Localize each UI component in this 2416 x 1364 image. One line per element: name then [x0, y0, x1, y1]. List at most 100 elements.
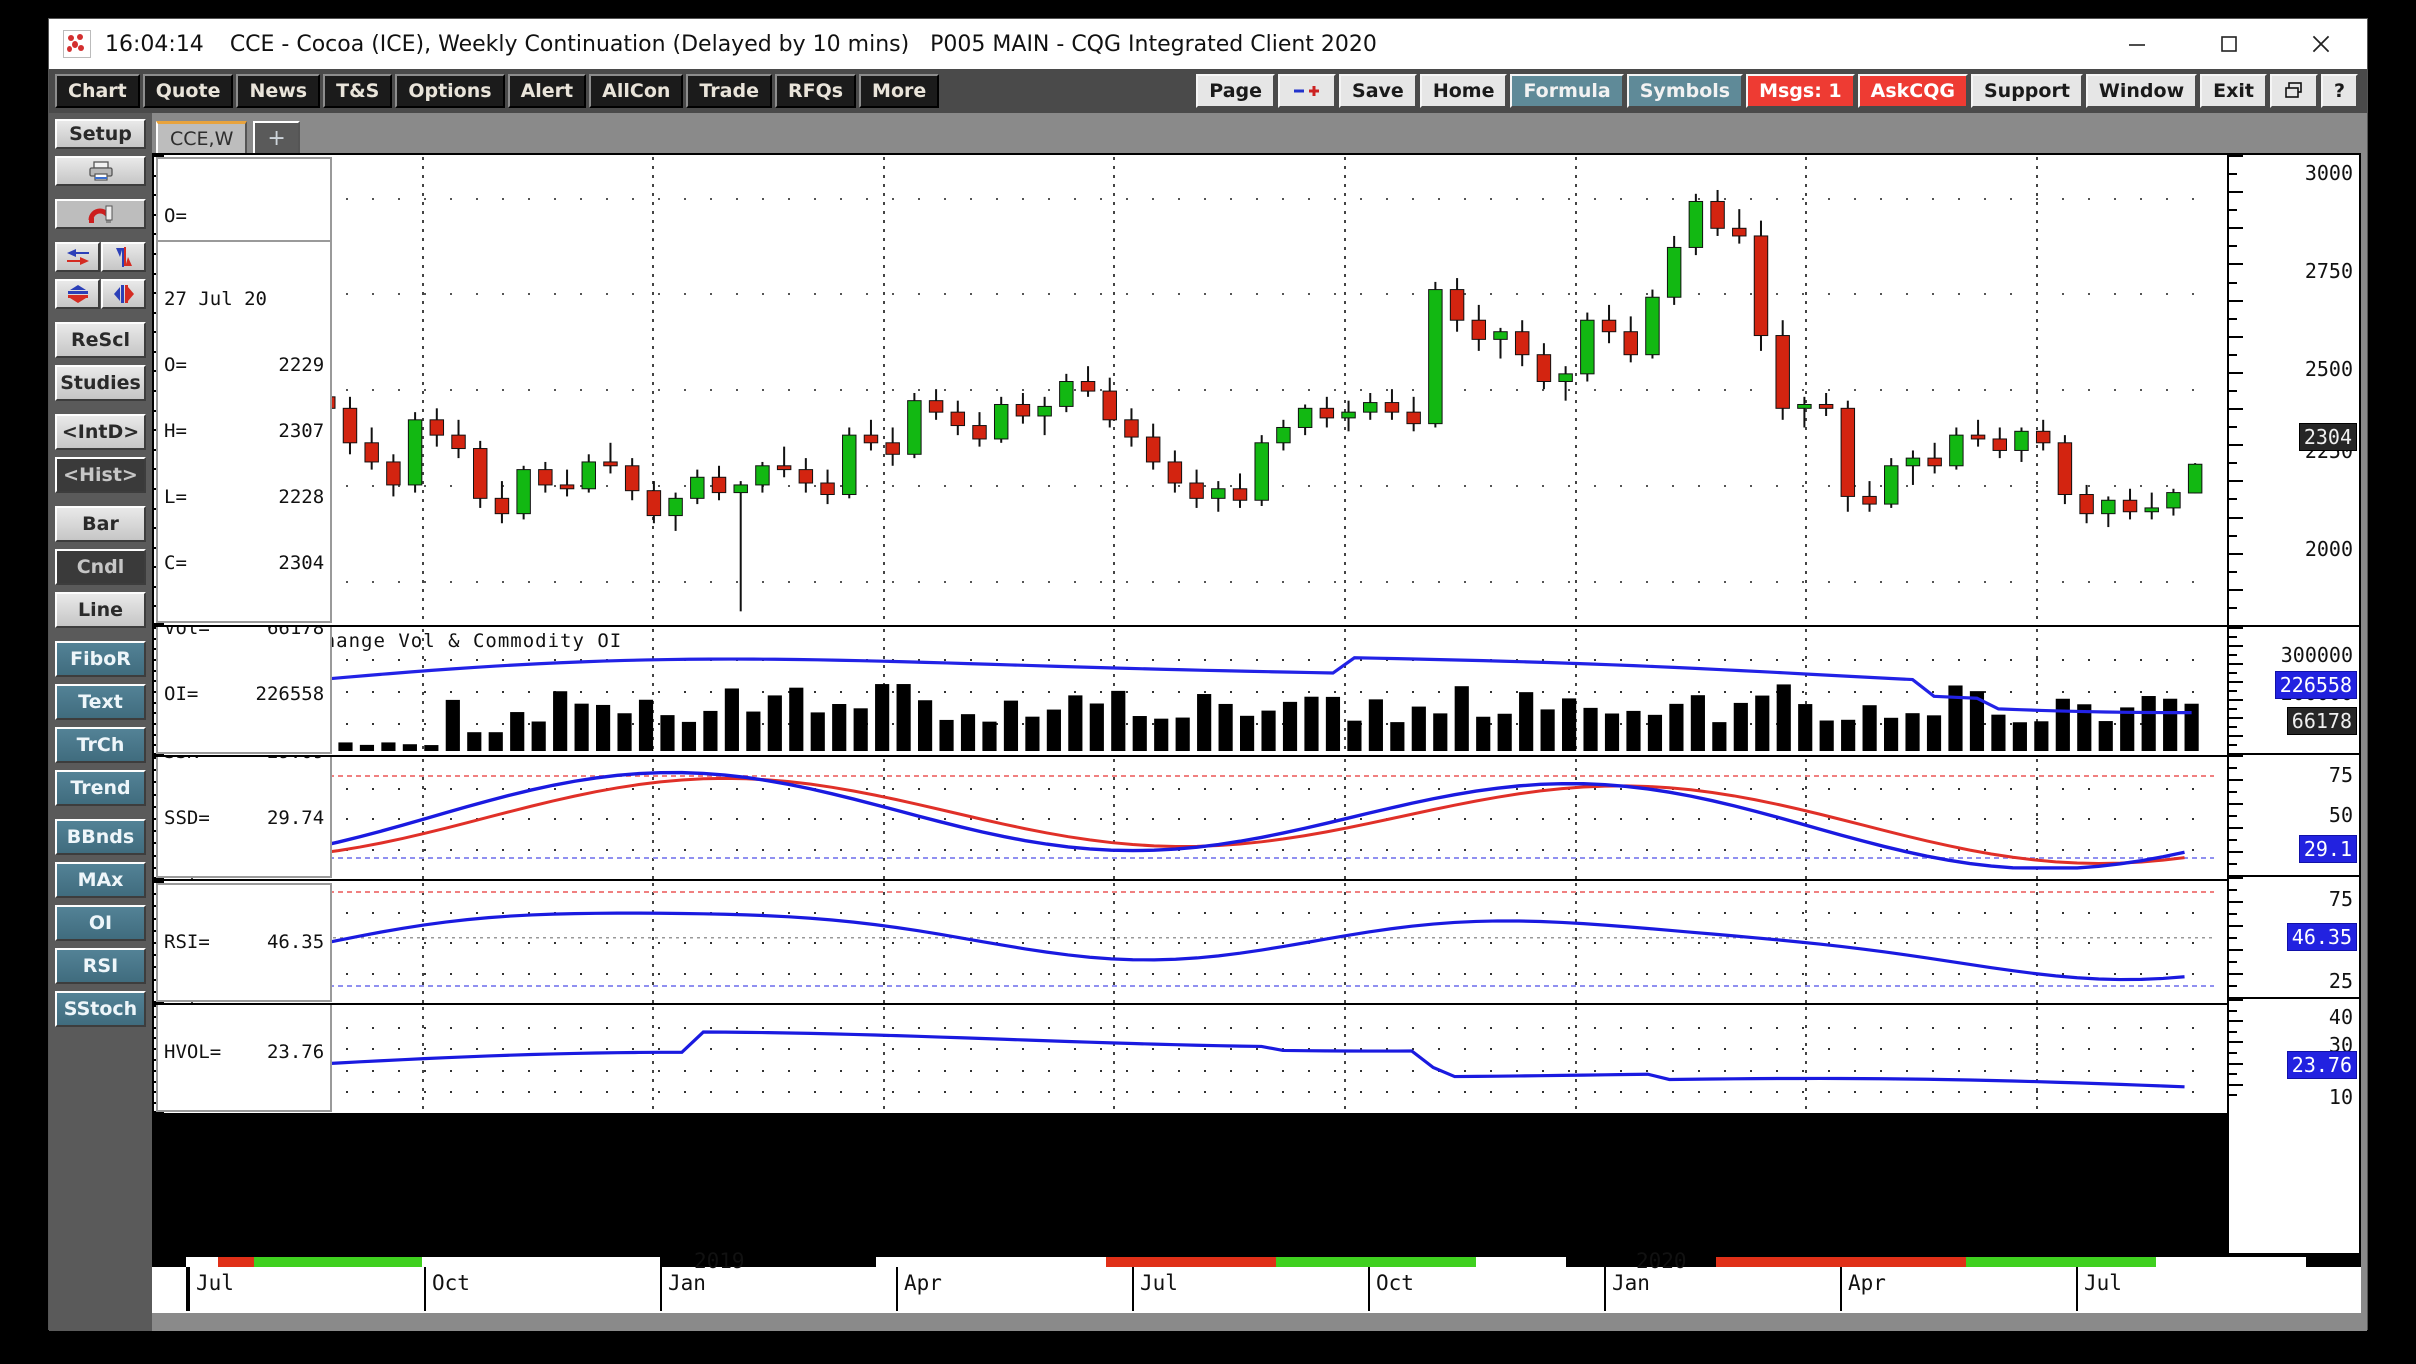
- pan-horizontal-icon[interactable]: [55, 242, 100, 272]
- ssk-label: SSK=: [164, 757, 210, 763]
- quote-row-close: C= 2304: [164, 552, 324, 574]
- sidebar-item-studies[interactable]: Studies: [55, 365, 146, 401]
- hvol-value: 23.76: [266, 1041, 325, 1063]
- price-axis-label-2750: 2750: [2304, 259, 2353, 283]
- ssd-value: 29.74: [266, 807, 325, 829]
- ssk-value: 29.09: [267, 757, 324, 763]
- hvol-panel[interactable]: HVol HVOL=23.76: [154, 1005, 2227, 1113]
- toolbar-button-page[interactable]: Page: [1196, 74, 1276, 108]
- toolbar-button-askcqg[interactable]: AskCQG: [1857, 74, 1968, 108]
- hvol-label: HVOL=: [164, 1041, 222, 1063]
- quote-open-label: O=: [164, 354, 187, 376]
- toolbar-button-chart[interactable]: Chart: [55, 74, 140, 108]
- sidebar-item-line[interactable]: Line: [55, 592, 146, 628]
- oi-label: OI=: [164, 683, 199, 705]
- sidebar-item-trch[interactable]: TrCh: [55, 727, 146, 763]
- toolbar-button-rfqs[interactable]: RFQs: [774, 74, 857, 108]
- cqg-application-window: 16:04:14 CCE - Cocoa (ICE), Weekly Conti…: [48, 18, 2368, 1331]
- volume-oi-panel[interactable]: Commodity Exchange Vol & Commodity OI Vo…: [154, 627, 2227, 757]
- sstoch-panel[interactable]: SStoch SSK=29.09 SSD=29.74: [154, 757, 2227, 881]
- rsi-panel[interactable]: RSI RSI=46.35: [154, 881, 2227, 1005]
- sidebar-item-bbands[interactable]: BBnds: [55, 819, 146, 855]
- toolbar-button-support[interactable]: Support: [1971, 74, 2083, 108]
- quote-close-label: C=: [164, 552, 187, 574]
- plot-column: O= H= L= L= Δ= 27 Jul 20 O=2229 H=2307 L…: [154, 155, 2227, 1253]
- chart-scroll-band[interactable]: [152, 1257, 2361, 1267]
- quote-high-label: H=: [164, 420, 187, 442]
- sidebar-item-text[interactable]: Text: [55, 684, 146, 720]
- time-tick-oct-2019: Oct: [1376, 1271, 1414, 1295]
- toolbar-button-trade[interactable]: Trade: [686, 74, 772, 108]
- quote-row-open: O= 2229: [164, 354, 324, 376]
- status-strip: [152, 1313, 2361, 1331]
- oi-row: OI= 226558: [164, 683, 324, 705]
- sidebar-item-max[interactable]: MAx: [55, 862, 146, 898]
- sidebar-item-intraday[interactable]: <IntD>: [55, 414, 146, 450]
- time-tick-jan-2020: Jan: [1612, 1271, 1650, 1295]
- toolbar-button-ts[interactable]: T&S: [323, 74, 393, 108]
- sidebar-item-rescl[interactable]: ReScl: [55, 322, 146, 358]
- time-tick-apr-2019: Apr: [904, 1271, 942, 1295]
- toolbar-button-formula[interactable]: Formula: [1510, 74, 1624, 108]
- sidebar-item-candle[interactable]: Cndl: [55, 549, 146, 585]
- restore-windows-icon[interactable]: [2269, 74, 2318, 108]
- compress-horizontal-icon[interactable]: [55, 279, 100, 309]
- magnet-icon[interactable]: [55, 199, 146, 229]
- rsi-axis-last-value: 46.35: [2286, 923, 2357, 951]
- rsi-row: RSI= 46.35: [164, 931, 324, 953]
- add-tab-button[interactable]: +: [253, 121, 300, 153]
- compress-vertical-icon[interactable]: [101, 279, 146, 309]
- tab-cce-weekly[interactable]: CCE,W: [156, 121, 248, 153]
- maximize-button[interactable]: [2183, 19, 2275, 69]
- printer-icon[interactable]: [55, 156, 146, 186]
- price-axis-last-value: 2304: [2298, 423, 2357, 451]
- sidebar-setup-button[interactable]: Setup: [55, 119, 146, 149]
- toolbar-button-quote[interactable]: Quote: [142, 74, 234, 108]
- toolbar-button-more[interactable]: More: [859, 74, 940, 108]
- volume-axis-label-300000: 300000: [2280, 643, 2353, 667]
- toolbar-button-window[interactable]: Window: [2085, 74, 2198, 108]
- toolbar-button-alert[interactable]: Alert: [507, 74, 587, 108]
- close-button[interactable]: [2275, 19, 2367, 69]
- time-axis[interactable]: Jul Oct Jan Apr Jul Oct Jan Apr Jul: [152, 1255, 2361, 1313]
- quote-date: 27 Jul 20: [164, 288, 267, 310]
- value-axis-column[interactable]: 3000 2750 2500 2250 2304 2000 300000 200…: [2227, 155, 2359, 1253]
- quote-row-low: L= 2228: [164, 486, 324, 508]
- time-axis-year-2019: 2019: [694, 1249, 745, 1273]
- toolbar-button-save[interactable]: Save: [1339, 74, 1417, 108]
- toolbar-button-exit[interactable]: Exit: [2200, 74, 2267, 108]
- main-toolbar: Chart Quote News T&S Options Alert AllCo…: [49, 69, 2367, 113]
- sidebar-item-fibor[interactable]: FiboR: [55, 641, 146, 677]
- sidebar-item-historical[interactable]: <Hist>: [55, 457, 146, 493]
- sidebar-item-oi[interactable]: OI: [55, 905, 146, 941]
- quote-open-value: 2229: [278, 354, 325, 376]
- toolbar-button-messages[interactable]: Msgs: 1: [1746, 74, 1855, 108]
- cursor-open-label: O=: [164, 205, 187, 227]
- toolbar-button-options[interactable]: Options: [395, 74, 505, 108]
- sstoch-axis-label-75: 75: [2328, 763, 2353, 787]
- hvol-plot: [154, 1005, 2194, 1113]
- help-button[interactable]: ?: [2320, 74, 2358, 108]
- window-clock: 16:04:14: [105, 31, 204, 57]
- rsi-axis-label-25: 25: [2328, 969, 2353, 993]
- hvol-axis-label-40: 40: [2328, 1005, 2353, 1029]
- time-tick-jul-2018: Jul: [196, 1271, 234, 1295]
- sidebar-item-rsi[interactable]: RSI: [55, 948, 146, 984]
- sidebar-item-sstoch[interactable]: SStoch: [55, 991, 146, 1027]
- price-panel[interactable]: O= H= L= L= Δ= 27 Jul 20 O=2229 H=2307 L…: [154, 155, 2227, 627]
- quote-low-value: 2228: [278, 486, 325, 508]
- time-tick-oct-2018: Oct: [432, 1271, 470, 1295]
- volume-label: Vol=: [164, 627, 210, 639]
- sidebar-item-trend[interactable]: Trend: [55, 770, 146, 806]
- toolbar-button-home[interactable]: Home: [1419, 74, 1508, 108]
- volume-value: 66178: [266, 627, 325, 639]
- toolbar-button-symbols[interactable]: Symbols: [1626, 74, 1744, 108]
- pan-vertical-icon[interactable]: [101, 242, 146, 272]
- chart-tab-bar: CCE,W +: [152, 113, 2361, 153]
- zoom-in-out-icon[interactable]: [1278, 74, 1337, 108]
- sidebar-item-bar[interactable]: Bar: [55, 506, 146, 542]
- chart-area: CCE,W + O= H= L= L= Δ=: [152, 113, 2367, 1331]
- toolbar-button-allcon[interactable]: AllCon: [589, 74, 684, 108]
- toolbar-button-news[interactable]: News: [236, 74, 321, 108]
- minimize-button[interactable]: [2091, 19, 2183, 69]
